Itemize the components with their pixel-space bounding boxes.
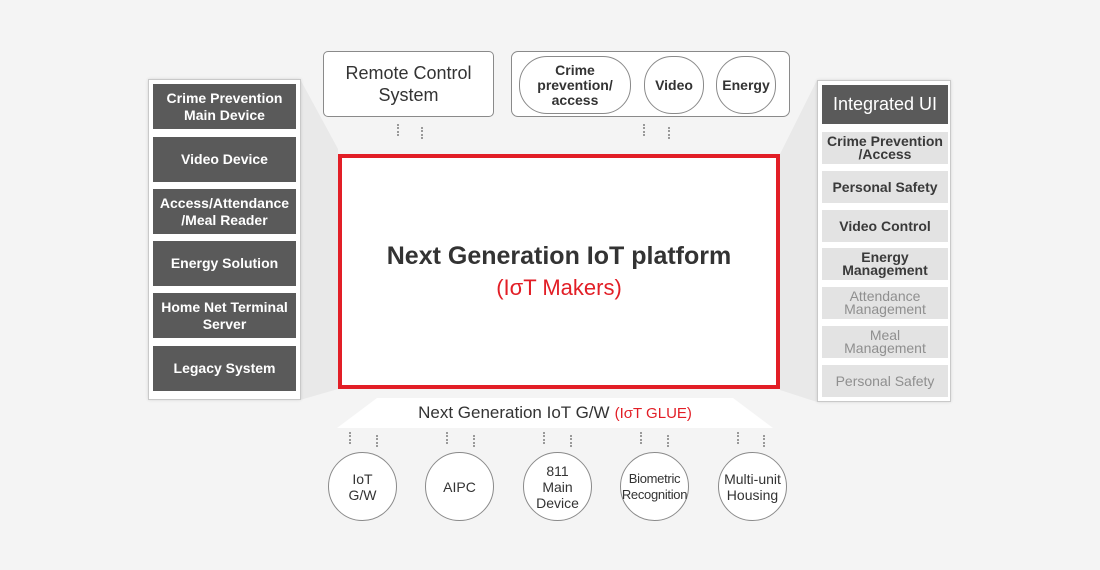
connector-dots: [349, 432, 351, 444]
right-item-personal-safety-2: Personal Safety: [822, 365, 948, 397]
connector-dots: [643, 124, 645, 136]
right-item-personal-safety: Personal Safety: [822, 171, 948, 203]
gateway-highlight: (IσT GLUE): [614, 404, 692, 422]
device-list-panel: Crime Prevention Main Device Video Devic…: [148, 79, 301, 400]
device-biometric: Biometric Recognition: [620, 452, 689, 521]
left-item-crime-prevention: Crime Prevention Main Device: [153, 84, 296, 129]
right-item-crime-prevention: Crime Prevention /Access: [822, 132, 948, 164]
left-item-access-reader: Access/Attendance /Meal Reader: [153, 189, 296, 234]
connector-dots: [376, 435, 378, 447]
device-iot-gw: IoT G/W: [328, 452, 397, 521]
iot-platform-box: Next Generation IoT platform (IσT Makers…: [338, 154, 780, 389]
connector-dots: [667, 435, 669, 447]
connector-dots: [570, 435, 572, 447]
service-energy: Energy: [716, 56, 776, 114]
integrated-ui-header: Integrated UI: [822, 85, 948, 124]
services-box: Crime prevention/ access Video Energy: [511, 51, 790, 117]
device-multi-unit: Multi-unit Housing: [718, 452, 787, 521]
right-item-attendance-mgmt: Attendance Management: [822, 287, 948, 319]
remote-control-system-box: Remote Control System: [323, 51, 494, 117]
connector-dots: [421, 127, 423, 139]
connector-dots: [763, 435, 765, 447]
integrated-ui-panel: Integrated UI Crime Prevention /Access P…: [817, 80, 951, 402]
connector-dots: [737, 432, 739, 444]
left-item-energy-solution: Energy Solution: [153, 241, 296, 286]
left-fan-shadow: [300, 79, 338, 400]
device-811-main: 811 Main Device: [523, 452, 592, 521]
connector-dots: [640, 432, 642, 444]
left-item-home-net: Home Net Terminal Server: [153, 293, 296, 338]
connector-dots: [446, 432, 448, 444]
right-item-meal-mgmt: Meal Management: [822, 326, 948, 358]
right-item-energy-mgmt: Energy Management: [822, 248, 948, 280]
gateway-label: Next Generation IoT G/W: [418, 403, 610, 422]
service-crime-prevention: Crime prevention/ access: [519, 56, 631, 114]
connector-dots: [473, 435, 475, 447]
left-item-legacy-system: Legacy System: [153, 346, 296, 391]
right-item-video-control: Video Control: [822, 210, 948, 242]
connector-dots: [397, 124, 399, 136]
platform-subtitle: (IσT Makers): [496, 275, 622, 300]
connector-dots: [543, 432, 545, 444]
platform-title: Next Generation IoT platform: [386, 242, 732, 270]
gateway-bar: Next Generation IoT G/W (IσT GLUE): [337, 398, 773, 428]
left-item-video-device: Video Device: [153, 137, 296, 182]
device-aipc: AIPC: [425, 452, 494, 521]
right-fan-shadow: [780, 80, 817, 402]
service-video: Video: [644, 56, 704, 114]
connector-dots: [668, 127, 670, 139]
